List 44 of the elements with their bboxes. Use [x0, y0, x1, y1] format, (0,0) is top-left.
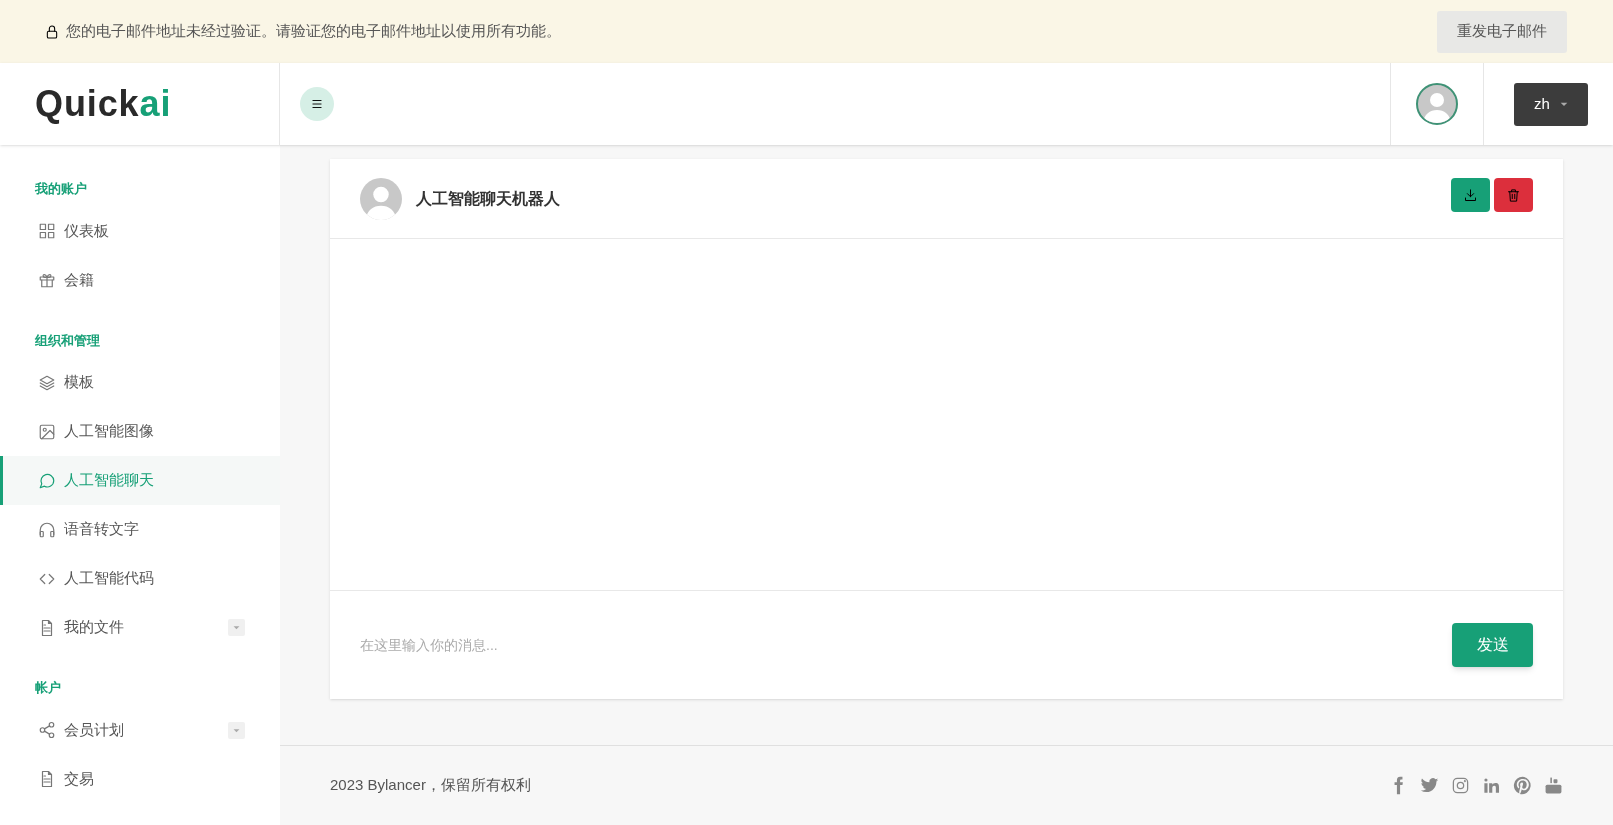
message-input[interactable]: 在这里输入你的消息... [360, 630, 1440, 660]
dropdown-toggle[interactable] [228, 619, 245, 636]
twitter-icon[interactable] [1420, 776, 1439, 795]
chat-title: 人工智能聊天机器人 [416, 188, 561, 209]
caret-icon [233, 624, 240, 631]
sidebar-item[interactable]: 会籍 [0, 255, 280, 305]
sidebar-item[interactable]: 我的文件 [0, 603, 280, 652]
sidebar-item[interactable]: 语音转文字 [0, 505, 280, 554]
sidebar-item[interactable]: 会员计划 [0, 705, 280, 755]
headphones-icon [38, 520, 56, 539]
download-button[interactable] [1451, 178, 1490, 212]
menu-icon [310, 97, 324, 111]
caret-icon [1559, 100, 1568, 108]
sidebar-item[interactable]: 交易 [0, 754, 280, 804]
download-icon [1463, 187, 1478, 203]
sidebar-item[interactable]: 人工智能图像 [0, 407, 280, 456]
bot-avatar [360, 177, 402, 220]
pinterest-icon[interactable] [1513, 776, 1532, 795]
caret-icon [233, 726, 240, 734]
share-icon [38, 721, 56, 739]
layers-icon [38, 373, 56, 392]
user-avatar[interactable] [1416, 83, 1458, 125]
menu-button[interactable] [300, 87, 334, 121]
logo[interactable]: Quickai [35, 77, 172, 131]
chat-icon [38, 471, 56, 490]
sidebar-item[interactable]: 仪表板 [0, 206, 280, 256]
verification-message: 您的电子邮件地址未经过验证。请验证您的电子邮件地址以使用所有功能。 [66, 21, 561, 42]
sidebar-item[interactable]: 模板 [0, 358, 280, 407]
instagram-icon[interactable] [1451, 776, 1470, 795]
image-icon [38, 422, 56, 441]
grid-icon [38, 222, 56, 240]
delete-button[interactable] [1494, 178, 1533, 212]
dropdown-toggle[interactable] [228, 721, 245, 739]
section-heading: 我的账户 [34, 180, 88, 198]
section-heading: 帐户 [34, 679, 62, 697]
linkedin-icon[interactable] [1482, 776, 1501, 795]
sidebar-item[interactable]: 人工智能代码 [0, 554, 280, 603]
trash-icon [1506, 187, 1521, 203]
section-heading: 组织和管理 [34, 331, 101, 350]
language-dropdown[interactable]: zh [1514, 82, 1588, 126]
gift-icon [38, 271, 56, 289]
resend-email-button[interactable]: 重发电子邮件 [1437, 10, 1567, 53]
lock-icon [44, 23, 60, 40]
copyright-text: 2023 Bylancer，保留所有权利 [330, 775, 531, 796]
